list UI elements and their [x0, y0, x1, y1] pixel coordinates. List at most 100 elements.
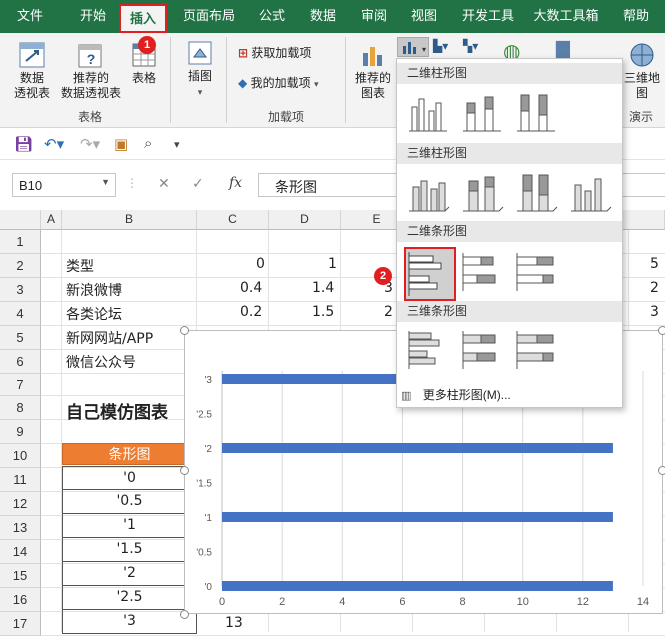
row-header[interactable]: 11 [0, 468, 41, 492]
list-item[interactable]: '0 [62, 466, 197, 490]
tab-review[interactable]: 审阅 [354, 0, 394, 33]
3d-column-icon[interactable] [567, 169, 613, 215]
percent-stacked-bar-icon[interactable] [513, 249, 559, 295]
list-item[interactable]: '1.5 [62, 538, 197, 562]
illustrations-button[interactable]: 插图 ▾ [182, 39, 218, 100]
cell-b5[interactable]: 新网网站/APP [66, 328, 153, 348]
row-header[interactable]: 16 [0, 588, 41, 612]
row-header[interactable]: 17 [0, 612, 41, 636]
column-header-a[interactable]: A [41, 210, 62, 230]
clustered-bar-option[interactable] [404, 247, 456, 301]
cell-b8[interactable]: 自己模仿图表 [66, 398, 168, 423]
recommended-charts-button[interactable]: 推荐的 图表 [350, 41, 396, 101]
row-header[interactable]: 7 [0, 374, 41, 396]
get-addins-button[interactable]: ⊞ 获取加载项 [238, 45, 311, 61]
row-header[interactable]: 13 [0, 516, 41, 540]
row-header[interactable]: 6 [0, 350, 41, 374]
stacked-bar-icon[interactable] [459, 249, 505, 295]
save-icon[interactable]: 💾︎ [14, 135, 33, 153]
pivot-chart-icon[interactable]: ▇ [556, 39, 570, 60]
3d-clustered-column-icon[interactable] [405, 169, 451, 215]
pivot-table-button[interactable]: 数据 透视表 [8, 41, 56, 101]
waterfall-chart-icon[interactable]: ▚▾ [463, 39, 478, 53]
3d-percent-stacked-bar-icon[interactable] [513, 327, 559, 373]
recommended-pivot-button[interactable]: ? 推荐的 数据透视表 [58, 41, 124, 101]
row-header[interactable]: 8 [0, 396, 41, 420]
list-item[interactable]: '0.5 [62, 490, 197, 514]
insert-function-icon[interactable]: fx [229, 175, 242, 191]
cell-b2[interactable]: 类型 [66, 256, 94, 276]
3d-map-button[interactable]: 三维地 图 [620, 41, 664, 101]
more-column-charts-item[interactable]: ▥ 更多柱形图(M)... [401, 385, 618, 405]
row-header[interactable]: 14 [0, 540, 41, 564]
format-painter-icon[interactable]: ▣ [114, 135, 128, 153]
chart-resize-handle[interactable] [658, 326, 665, 335]
tab-home[interactable]: 开始 [70, 0, 116, 33]
list-item[interactable]: '2 [62, 562, 197, 586]
3d-clustered-bar-icon[interactable] [405, 327, 451, 373]
print-preview-icon[interactable]: ⌕ [144, 135, 152, 152]
column-header-b[interactable]: B [62, 210, 197, 230]
list-item[interactable]: '1 [62, 514, 197, 538]
tab-help[interactable]: 帮助 [614, 0, 658, 33]
customize-toolbar-icon[interactable]: ▾ [174, 138, 180, 151]
cell-d3[interactable]: 1.4 [312, 280, 334, 296]
row-header[interactable]: 2 [0, 254, 41, 278]
row-header[interactable]: 1 [0, 230, 41, 254]
chart-resize-handle[interactable] [658, 466, 665, 475]
hierarchy-chart-icon[interactable]: ▙▾ [433, 39, 448, 53]
chart-resize-handle[interactable] [180, 326, 189, 335]
column-header-c[interactable]: C [197, 210, 269, 230]
undo-icon[interactable]: ↶▾ [44, 135, 64, 153]
chart-resize-handle[interactable] [180, 610, 189, 619]
row-header[interactable]: 5 [0, 326, 41, 350]
chart-resize-handle[interactable] [180, 466, 189, 475]
list-item[interactable]: '2.5 [62, 586, 197, 610]
table-label: 表格 [131, 71, 156, 85]
row-header[interactable]: 3 [0, 278, 41, 302]
clustered-column-icon[interactable] [405, 89, 451, 135]
3d-percent-stacked-column-icon[interactable] [513, 169, 559, 215]
row-header[interactable]: 9 [0, 420, 41, 444]
enter-icon[interactable]: ✓ [192, 175, 204, 192]
select-all-corner[interactable] [0, 210, 41, 230]
cell-c2[interactable]: 0 [256, 256, 265, 272]
stacked-column-icon[interactable] [459, 89, 505, 135]
tab-formulas[interactable]: 公式 [252, 0, 292, 33]
tab-file[interactable]: 文件 [10, 0, 50, 33]
cell-right-2[interactable]: 5 [650, 256, 659, 272]
cancel-icon[interactable]: ✕ [158, 175, 170, 192]
cell-d4[interactable]: 1.5 [312, 304, 334, 320]
3d-stacked-bar-icon[interactable] [459, 327, 505, 373]
cell-e4[interactable]: 2 [384, 304, 393, 320]
tab-data[interactable]: 数据 [303, 0, 343, 33]
cell-b3[interactable]: 新浪微博 [66, 280, 122, 300]
percent-stacked-column-icon[interactable] [513, 89, 559, 135]
cell-c3[interactable]: 0.4 [240, 280, 262, 296]
cell-b4[interactable]: 各类论坛 [66, 304, 122, 324]
tab-view[interactable]: 视图 [404, 0, 444, 33]
cell-right-4[interactable]: 3 [650, 304, 659, 320]
list-item[interactable]: '3 [62, 610, 197, 634]
name-box[interactable]: B10 ▼ [12, 173, 116, 197]
cell-c17[interactable]: 13 [225, 615, 243, 631]
column-chart-button[interactable]: ▾ [397, 37, 429, 57]
tab-toolbox[interactable]: 大数工具箱 [530, 0, 602, 33]
tab-developer[interactable]: 开发工具 [456, 0, 520, 33]
row-header[interactable]: 10 [0, 444, 41, 468]
row-header[interactable]: 15 [0, 564, 41, 588]
row-header[interactable]: 12 [0, 492, 41, 516]
drag-handle-icon[interactable]: ⋮ [126, 176, 138, 190]
column-header-d[interactable]: D [269, 210, 341, 230]
cell-c4[interactable]: 0.2 [240, 304, 262, 320]
redo-icon[interactable]: ↷▾ [80, 135, 100, 153]
cell-d2[interactable]: 1 [328, 256, 337, 272]
row-header[interactable]: 4 [0, 302, 41, 326]
cell-right-3[interactable]: 2 [650, 280, 659, 296]
tab-insert[interactable]: 插入 [119, 4, 167, 33]
cell-b10[interactable]: 条形图 [62, 443, 197, 465]
tab-page-layout[interactable]: 页面布局 [176, 0, 242, 33]
my-addins-button[interactable]: ◆ 我的加载项 ▾ [238, 75, 318, 92]
cell-b6[interactable]: 微信公众号 [66, 352, 136, 372]
3d-stacked-column-icon[interactable] [459, 169, 505, 215]
